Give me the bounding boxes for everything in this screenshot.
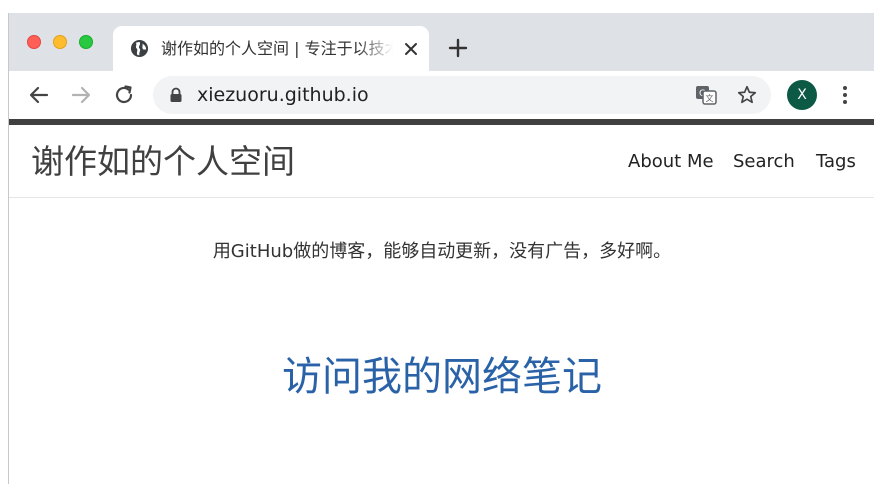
browser-window: 谢作如的个人空间 | 专注于以技术 xiezuoru.github.io 文 X…: [8, 13, 874, 484]
back-arrow-icon[interactable]: [27, 83, 51, 107]
site-title[interactable]: 谢作如的个人空间: [31, 142, 295, 182]
notes-link[interactable]: 访问我的网络笔记: [9, 351, 874, 403]
translate-icon[interactable]: G 文: [695, 85, 717, 105]
tab-strip: 谢作如的个人空间 | 专注于以技术: [9, 13, 874, 71]
tab-title: 谢作如的个人空间 | 专注于以技术: [161, 39, 393, 58]
bookmark-star-icon[interactable]: [736, 84, 758, 106]
nav-tags[interactable]: Tags: [816, 149, 856, 175]
active-tab[interactable]: 谢作如的个人空间 | 专注于以技术: [113, 26, 429, 71]
svg-text:文: 文: [706, 93, 714, 103]
browser-toolbar: xiezuoru.github.io G 文 X: [9, 71, 874, 119]
reload-icon[interactable]: [112, 83, 136, 107]
forward-arrow-icon[interactable]: [69, 83, 93, 107]
url-text[interactable]: xiezuoru.github.io: [197, 84, 369, 106]
profile-avatar[interactable]: X: [787, 80, 817, 110]
site-header: 谢作如的个人空间 About Me Search Tags: [9, 125, 874, 198]
new-tab-icon[interactable]: [447, 37, 469, 59]
more-menu-icon[interactable]: [833, 83, 857, 107]
nav-search[interactable]: Search: [733, 149, 795, 175]
close-tab-icon[interactable]: [402, 40, 420, 58]
site-tagline: 用GitHub做的博客，能够自动更新，没有广告，多好啊。: [212, 241, 672, 262]
address-bar[interactable]: xiezuoru.github.io G 文: [153, 76, 771, 114]
nav-about-me[interactable]: About Me: [628, 149, 714, 175]
maximize-window-button[interactable]: [79, 35, 93, 49]
lock-icon[interactable]: [169, 87, 183, 103]
minimize-window-button[interactable]: [53, 35, 67, 49]
close-window-button[interactable]: [27, 35, 41, 49]
globe-icon: [130, 39, 149, 58]
